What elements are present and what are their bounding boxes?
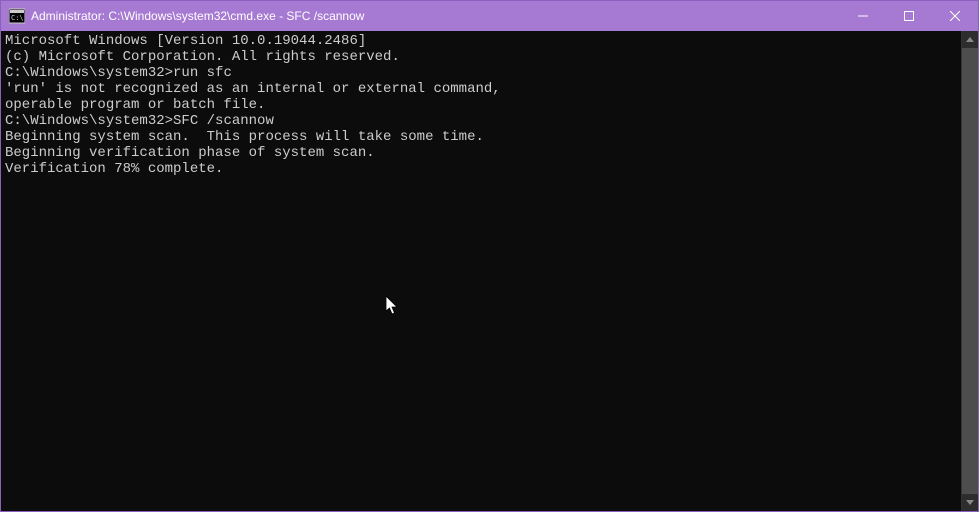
- command-text: run sfc: [173, 65, 232, 81]
- cmd-icon: C:\: [9, 8, 25, 24]
- vertical-scrollbar[interactable]: [961, 31, 978, 511]
- window-controls: [840, 1, 978, 31]
- scroll-track[interactable]: [962, 48, 978, 494]
- error-line-1: 'run' is not recognized as an internal o…: [5, 81, 957, 97]
- prompt-line-1: C:\Windows\system32>run sfc: [5, 65, 957, 81]
- verification-begin-line: Beginning verification phase of system s…: [5, 145, 957, 161]
- mouse-cursor-icon: [386, 296, 400, 316]
- titlebar[interactable]: C:\ Administrator: C:\Windows\system32\c…: [1, 1, 978, 31]
- verification-progress-line: Verification 78% complete.: [5, 161, 957, 177]
- minimize-button[interactable]: [840, 1, 886, 31]
- terminal-output[interactable]: Microsoft Windows [Version 10.0.19044.24…: [1, 31, 961, 511]
- prompt-line-2: C:\Windows\system32>SFC /scannow: [5, 113, 957, 129]
- maximize-icon: [904, 11, 914, 21]
- maximize-button[interactable]: [886, 1, 932, 31]
- scan-begin-line: Beginning system scan. This process will…: [5, 129, 957, 145]
- command-text: SFC /scannow: [173, 113, 274, 129]
- chevron-down-icon: [966, 500, 974, 505]
- window-title: Administrator: C:\Windows\system32\cmd.e…: [31, 9, 840, 23]
- scroll-up-button[interactable]: [962, 31, 978, 48]
- svg-text:C:\: C:\: [11, 14, 24, 22]
- chevron-up-icon: [966, 37, 974, 42]
- cmd-window: C:\ Administrator: C:\Windows\system32\c…: [0, 0, 979, 512]
- minimize-icon: [858, 11, 868, 21]
- close-icon: [950, 11, 960, 21]
- scroll-thumb[interactable]: [962, 48, 978, 494]
- close-button[interactable]: [932, 1, 978, 31]
- scroll-down-button[interactable]: [962, 494, 978, 511]
- version-line: Microsoft Windows [Version 10.0.19044.24…: [5, 33, 957, 49]
- prompt-path: C:\Windows\system32>: [5, 65, 173, 81]
- terminal-area: Microsoft Windows [Version 10.0.19044.24…: [1, 31, 978, 511]
- prompt-path: C:\Windows\system32>: [5, 113, 173, 129]
- error-line-2: operable program or batch file.: [5, 97, 957, 113]
- copyright-line: (c) Microsoft Corporation. All rights re…: [5, 49, 957, 65]
